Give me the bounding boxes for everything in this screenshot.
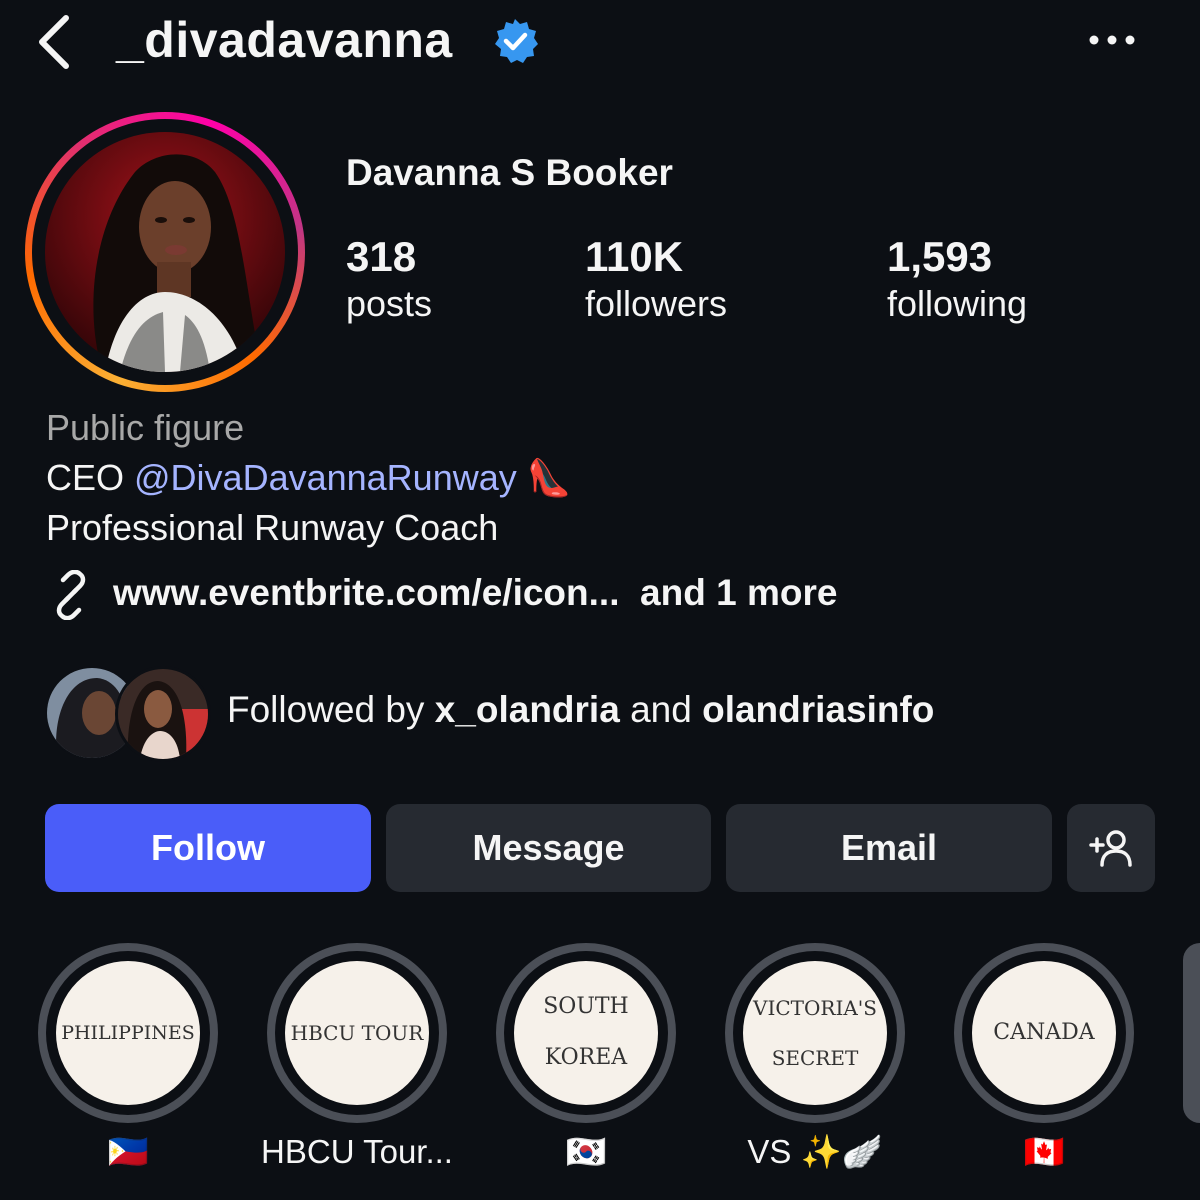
email-button[interactable]: Email <box>726 804 1052 892</box>
followers-stat[interactable]: 110K followers <box>585 232 727 326</box>
profile-avatar[interactable] <box>25 112 305 392</box>
highlight-label: HBCU Tour... <box>261 1133 453 1170</box>
followers-label: followers <box>585 283 728 324</box>
highlight-canada[interactable]: CANADA <box>954 943 1134 1123</box>
verified-badge-icon <box>490 16 540 66</box>
more-links[interactable]: and 1 more <box>640 572 837 613</box>
bio-mention-link[interactable]: @DivaDavannaRunway <box>134 457 517 498</box>
following-stat[interactable]: 1,593 following <box>887 232 1027 326</box>
highlight-cover-text: CANADA <box>993 1020 1095 1046</box>
highlight-south-korea[interactable]: SOUTH KOREA <box>496 943 676 1123</box>
more-options-button[interactable] <box>1082 22 1142 62</box>
follower-username-1[interactable]: x_olandria <box>435 689 620 730</box>
website-link[interactable]: www.eventbrite.com/e/icon... <box>113 572 619 613</box>
posts-label: posts <box>346 283 433 324</box>
highlight-label: 🇨🇦 <box>1023 1133 1065 1170</box>
back-button[interactable] <box>30 12 80 72</box>
highlight-cover: VICTORIA'S SECRET <box>743 961 887 1105</box>
highlight-cover: HBCU TOUR <box>285 961 429 1105</box>
highlight-cover: PHILIPPINES <box>56 961 200 1105</box>
more-horizontal-icon <box>1089 35 1135 45</box>
link-icon <box>46 569 96 621</box>
following-label: following <box>887 283 1028 324</box>
suggest-people-button[interactable] <box>1067 804 1155 892</box>
highlight-cover: CANADA <box>972 961 1116 1105</box>
highlight-label: 🇵🇭 <box>107 1133 149 1170</box>
following-count: 1,593 <box>887 233 993 280</box>
add-person-icon <box>1089 830 1132 867</box>
highlight-cover-text: SOUTH <box>543 994 629 1020</box>
highlight-next-partial[interactable] <box>1183 943 1200 1123</box>
follow-button[interactable]: Follow <box>45 804 371 892</box>
highlight-label: 🇰🇷 <box>565 1133 607 1170</box>
followed-by-text[interactable]: Followed by x_olandria and olandriasinfo <box>227 686 934 734</box>
highlight-cover: SOUTH KOREA <box>514 961 658 1105</box>
highlight-cover-text: SECRET <box>771 1046 859 1070</box>
highlight-cover-text: HBCU TOUR <box>290 1021 424 1045</box>
highlight-victorias-secret[interactable]: VICTORIA'S SECRET <box>725 943 905 1123</box>
highlight-cover-text: PHILIPPINES <box>61 1021 195 1044</box>
follower-avatar-2 <box>115 666 211 762</box>
followers-count: 110K <box>585 233 684 280</box>
bio-prefix: CEO <box>46 457 135 498</box>
followed-by-prefix: Followed by <box>227 689 435 730</box>
external-links[interactable]: www.eventbrite.com/e/icon... and 1 more <box>113 568 837 618</box>
chevron-left-icon <box>39 15 69 69</box>
full-name: Davanna S Booker <box>346 152 673 193</box>
username: _divadavanna <box>116 12 453 68</box>
heel-emoji: 👠 <box>526 457 572 498</box>
posts-count: 318 <box>346 233 417 280</box>
follower-username-2[interactable]: olandriasinfo <box>702 689 934 730</box>
highlight-hbcu-tour[interactable]: HBCU TOUR <box>267 943 447 1123</box>
highlight-cover-text: VICTORIA'S <box>753 996 877 1020</box>
posts-stat[interactable]: 318 posts <box>346 232 432 326</box>
highlight-label: VS ✨🪽 <box>747 1133 883 1170</box>
avatar-photo <box>45 132 285 372</box>
bio-line-1: CEO @DivaDavannaRunway 👠 <box>46 455 572 501</box>
followed-by-joiner: and <box>619 689 703 730</box>
bio-line-2: Professional Runway Coach <box>46 507 499 548</box>
message-button[interactable]: Message <box>386 804 711 892</box>
highlight-philippines[interactable]: PHILIPPINES <box>38 943 218 1123</box>
profile-category: Public figure <box>46 407 245 448</box>
highlight-cover-text: KOREA <box>544 1045 628 1070</box>
